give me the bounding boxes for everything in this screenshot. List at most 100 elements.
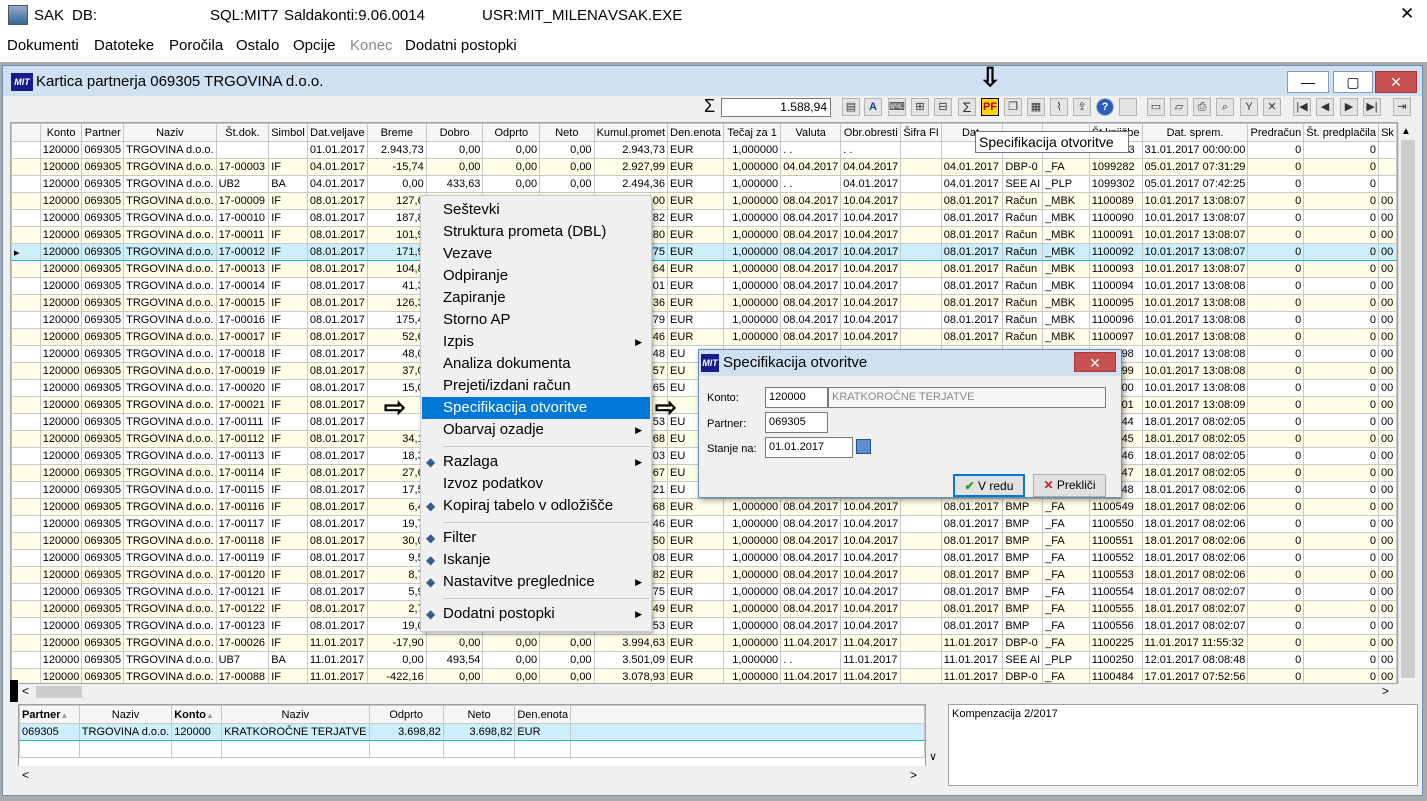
nav-last-button[interactable]: ▶| — [1363, 98, 1381, 116]
scroll-up-icon[interactable]: ▲ — [1401, 126, 1411, 137]
table-row[interactable]: 120000 069305 TRGOVINA d.o.o. 17-00026 IF 11.… — [11, 634, 1397, 652]
grid-col-header[interactable]: Predračun — [1247, 123, 1305, 142]
folder-icon[interactable]: ▱ — [1170, 98, 1188, 116]
context-menu-item[interactable]: Zapiranje — [422, 287, 650, 309]
font-icon[interactable]: A — [864, 98, 882, 116]
table-row[interactable]: 120000 069305 TRGOVINA d.o.o. 17-00118 IF 08.… — [11, 532, 1397, 550]
grid-col-header[interactable]: Valuta — [780, 123, 842, 142]
context-menu-item[interactable]: Struktura prometa (DBL) — [422, 221, 650, 243]
grid-col-header[interactable]: Št.dok. — [215, 123, 270, 142]
clear-filter-icon[interactable]: ✕ — [1263, 98, 1281, 116]
context-menu-item[interactable]: ◆ Nastavitve preglednice ▶ — [422, 571, 650, 593]
menu-datoteke[interactable]: Datoteke — [94, 37, 154, 54]
nav-next-button[interactable]: ▶ — [1340, 98, 1358, 116]
grid-col-header[interactable]: Breme — [366, 123, 427, 142]
grid-col-header[interactable]: Dat. sprem. — [1141, 123, 1249, 142]
context-menu-item[interactable]: Odpiranje — [422, 265, 650, 287]
context-menu-item[interactable]: Prejeti/izdani račun — [422, 375, 650, 397]
col-partner[interactable]: Partner▲ — [19, 705, 80, 724]
grid-col-header[interactable]: Dobro — [425, 123, 484, 142]
grid-col-header[interactable]: Partner — [81, 123, 125, 142]
context-menu-item[interactable]: Specifikacija otvoritve — [422, 397, 650, 419]
table-row[interactable]: 120000 069305 TRGOVINA d.o.o. 17-00123 IF 08.… — [11, 617, 1397, 635]
table-row[interactable]: 120000 069305 TRGOVINA d.o.o. 17-00116 IF 08.… — [11, 498, 1397, 516]
context-menu-item[interactable]: ◆ Razlaga ▶ — [422, 451, 650, 473]
nav-prev-button[interactable]: ◀ — [1316, 98, 1334, 116]
konto-input[interactable]: 120000 — [765, 387, 828, 408]
context-menu-item[interactable]: Seštevki — [422, 199, 650, 221]
grid-col-header[interactable]: Št. predplačila — [1303, 123, 1379, 142]
table-row[interactable]: 120000 069305 TRGOVINA d.o.o. 17-00015 IF 08.… — [11, 294, 1397, 312]
grid-col-header[interactable]: Tečaj za 1 — [722, 123, 782, 142]
scroll-down-icon[interactable]: ∨ — [929, 750, 937, 763]
exit-icon[interactable]: ⇥ — [1393, 98, 1411, 116]
note-panel[interactable]: Kompenzacija 2/2017 — [948, 704, 1418, 786]
context-menu-item[interactable]: ◆ Kopiraj tabelo v odložišče — [422, 495, 650, 517]
col-konto-naziv[interactable]: Naziv — [221, 705, 370, 724]
table-row[interactable]: 120000 069305 TRGOVINA d.o.o. 17-00010 IF 08.… — [11, 209, 1397, 227]
context-menu-item[interactable]: Izpis ▶ — [422, 331, 650, 353]
grid-col-header[interactable]: Šifra FI — [900, 123, 942, 142]
grid-col-header[interactable]: Den.enota — [667, 123, 724, 142]
grid-vertical-scrollbar[interactable]: ▲ — [1398, 122, 1416, 684]
menu-konec[interactable]: Konec — [350, 37, 393, 54]
summary-horizontal-scrollbar[interactable]: < > — [18, 766, 944, 786]
grid-col-header[interactable]: Odprto — [482, 123, 541, 142]
menu-dokumenti[interactable]: Dokumenti — [7, 37, 79, 54]
menu-opcije[interactable]: Opcije — [293, 37, 336, 54]
minimize-button[interactable]: — — [1287, 71, 1329, 93]
new-icon[interactable]: ▭ — [1147, 98, 1165, 116]
scroll-thumb[interactable] — [1401, 140, 1415, 678]
grid-col-header[interactable]: Neto — [539, 123, 595, 142]
ok-button[interactable]: ✔ V redu — [953, 474, 1025, 497]
table-row[interactable]: 120000 069305 TRGOVINA d.o.o. 17-00003 IF 04.… — [11, 158, 1397, 176]
window-icon[interactable]: ❐ — [1004, 98, 1022, 116]
context-menu-item[interactable]: Izvoz podatkov — [422, 473, 650, 495]
grid-col-header[interactable]: Kumul.promet — [593, 123, 669, 142]
scroll-left-icon[interactable]: < — [22, 768, 29, 782]
table-row[interactable]: 120000 069305 TRGOVINA d.o.o. 17-00009 IF 08.… — [11, 192, 1397, 210]
print-icon[interactable]: ⎙ — [1193, 98, 1211, 116]
context-menu-item[interactable]: Analiza dokumenta — [422, 353, 650, 375]
summary-vertical-scrollbar[interactable]: ∨ — [926, 704, 944, 766]
horizontal-scroll-thumb[interactable] — [36, 686, 82, 698]
table-row[interactable]: 120000 069305 TRGOVINA d.o.o. 17-00017 IF 08.… — [11, 328, 1397, 346]
menu-dodatni-postopki[interactable]: Dodatni postopki — [405, 37, 517, 54]
stanje-date-input[interactable]: 01.01.2017 — [765, 437, 853, 458]
table-row[interactable]: 120000 069305 TRGOVINA d.o.o. 17-00016 IF 08.… — [11, 311, 1397, 329]
filter-icon[interactable]: Y — [1240, 98, 1258, 116]
table-row[interactable]: 120000 069305 TRGOVINA d.o.o. 17-00120 IF 08.… — [11, 566, 1397, 584]
app-close-icon[interactable]: ✕ — [1400, 4, 1414, 24]
grid-horizontal-scrollbar[interactable]: < > — [18, 684, 1398, 700]
grid-col-header[interactable]: Dat.veljave — [306, 123, 368, 142]
table-row[interactable]: 120000 069305 TRGOVINA d.o.o. 17-00122 IF 08.… — [11, 600, 1397, 618]
maximize-button[interactable]: ▢ — [1333, 71, 1373, 93]
table-row[interactable]: 120000 069305 TRGOVINA d.o.o. 17-00014 IF 08.… — [11, 277, 1397, 295]
sum-icon[interactable]: Σ — [958, 98, 976, 116]
specification-opening-icon[interactable]: PF — [981, 98, 999, 116]
grid-col-header[interactable]: Naziv — [123, 123, 217, 142]
scroll-right-icon[interactable]: > — [910, 768, 917, 782]
scroll-right-icon[interactable]: > — [1382, 684, 1389, 698]
context-menu-item[interactable]: Storno AP — [422, 309, 650, 331]
close-button[interactable]: ✕ — [1375, 71, 1417, 93]
hierarchy-icon[interactable]: ⊟ — [934, 98, 952, 116]
table-row[interactable]: 120000 069305 TRGOVINA d.o.o. 17-00013 IF 08.… — [11, 260, 1397, 278]
context-menu-item[interactable]: ◆ Dodatni postopki ▶ — [422, 603, 650, 625]
table-row[interactable]: 120000 069305 TRGOVINA d.o.o. 01.01.2017 2.9… — [11, 141, 1397, 159]
summary-row[interactable]: 069305 TRGOVINA d.o.o. 120000 KRATKOROČN… — [19, 723, 925, 741]
table-row[interactable]: 120000 069305 TRGOVINA d.o.o. 17-00011 IF 08.… — [11, 226, 1397, 244]
search-icon[interactable]: ⌕ — [1216, 98, 1234, 116]
keyboard-icon[interactable]: ⌨ — [888, 98, 906, 116]
grid-col-header[interactable] — [11, 123, 41, 142]
col-den-enota[interactable]: Den.enota — [514, 705, 572, 724]
export-icon[interactable]: ⇪ — [1073, 98, 1091, 116]
context-menu-item[interactable]: ◆ Iskanje — [422, 549, 650, 571]
menu-porocila[interactable]: Poročila — [169, 37, 223, 54]
calendar-icon[interactable] — [856, 439, 871, 454]
table-row[interactable]: 120000 069305 TRGOVINA d.o.o. UB7 BA 11.01.20… — [11, 651, 1397, 669]
nav-first-button[interactable]: |◀ — [1293, 98, 1311, 116]
dialog-close-button[interactable]: ✕ — [1074, 352, 1116, 372]
attachment-icon[interactable]: ⌇ — [1050, 98, 1068, 116]
partner-input[interactable]: 069305 — [765, 412, 828, 433]
